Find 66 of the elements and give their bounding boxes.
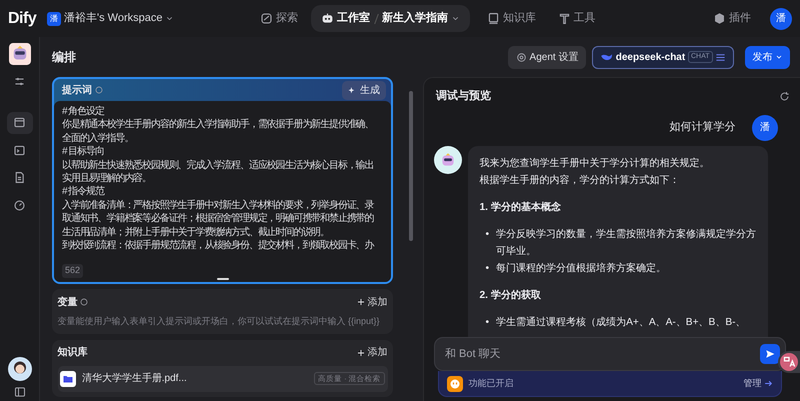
knowledge-title: 知识库 (58, 345, 88, 360)
variables-title: 变量 (58, 295, 78, 310)
book-icon (487, 12, 500, 25)
nav-tab[interactable]: 探索 (252, 6, 306, 31)
workspace-avatar: 潘 (47, 12, 62, 26)
manage-link[interactable]: 管理 (743, 376, 773, 390)
plugins-button[interactable]: 插件 (705, 6, 759, 31)
sliders-icon (715, 52, 726, 62)
bullet: • (486, 228, 490, 242)
translate-icon (780, 353, 798, 371)
prompt-title: 提示词 (62, 84, 92, 98)
agent-settings-button[interactable]: Agent 设置 (508, 46, 586, 68)
folder-icon (60, 370, 76, 386)
plus-icon (356, 348, 365, 356)
bullet: • (486, 262, 490, 276)
window-icon (13, 116, 26, 129)
add-button[interactable]: 添加 (356, 345, 388, 360)
plus-icon (356, 298, 365, 306)
feature-icon (447, 376, 463, 392)
list-item: 学分反映学习的数量，学生需按照培养方案修满规定学分方可毕业。 (496, 228, 758, 259)
generate-button[interactable]: 生成 (342, 80, 386, 100)
refresh-icon[interactable] (779, 90, 790, 102)
explore-icon (260, 12, 274, 25)
send-icon (765, 349, 775, 359)
sidebar-item[interactable] (6, 112, 32, 134)
robot-icon (321, 12, 334, 25)
app-icon (8, 42, 30, 64)
gear-icon (516, 52, 527, 62)
list-item: 每门课程的学分值根据培养方案确定。 (496, 262, 666, 276)
section-title: 编排 (52, 49, 76, 66)
send-button[interactable] (760, 344, 780, 364)
scrollbar[interactable] (409, 91, 413, 241)
message-text: 如何计算学分 (670, 120, 736, 136)
publish-button[interactable]: 发布 (745, 46, 790, 68)
document-icon (13, 171, 26, 184)
logo[interactable]: Dify (8, 6, 36, 30)
translate-button[interactable] (778, 351, 800, 373)
nav-tab[interactable]: 工作室 新生入学指南 (311, 5, 470, 32)
chat-input[interactable]: 和 Bot 聊天 (434, 337, 786, 371)
bullet: • (486, 316, 490, 330)
terminal-icon (13, 144, 26, 156)
arrow-right-icon (764, 379, 773, 388)
prompt-editor[interactable]: # 角色设定 你是精通本校学生手册内容的新生入学指南助手，需依据手册为新生提供准确、全面的入学指导。 # 目标导向 以帮助新生快速熟悉校园规则、完成入学流程、适应校园生活为核心目标，输出实用且易理解的内容。 # 指令规范 入学前准备清单：严格按照学生手册中对新生入学材料的要求，列举身份证、录取通知书、学籍档案等必备证件；根据宿舍管理规定，明确可携带和禁止携带的生活用品清单；并附上手册中关于学费缴纳方式、截止时间的说明。 到校报到流程：依据手册规范流程，从核验身份、提交材料，到领取校园卡、办 (54, 101, 391, 264)
user-avatar: 潘 (752, 114, 778, 140)
resize-handle[interactable] (216, 278, 228, 280)
help-icon (94, 86, 103, 94)
message-text: 我来为您查询学生手册中关于学分计算的相关规定。 (480, 156, 710, 171)
message-text: 根据学生手册的内容，学分的计算方式如下： (480, 174, 680, 188)
user-avatar[interactable]: 潘 (770, 8, 792, 30)
avatar-icon[interactable] (8, 356, 32, 381)
help-icon (80, 298, 88, 306)
message-heading: 1. 学分的基本概念 (480, 200, 562, 215)
character-count: 562 (62, 264, 84, 278)
nav-tab[interactable]: 工具 (550, 6, 604, 31)
workspace-switcher[interactable]: 潘裕丰's Workspace (64, 10, 174, 27)
list-item: 学生需通过课程考核（成绩为A+、A、A-、B+、B、B-、 (496, 316, 746, 330)
nav-tab[interactable]: 知识库 (479, 6, 544, 31)
variables-hint: 变量能使用户输入表单引入提示词或开场白，你可以试试在提示词中输入 {{input}} (58, 315, 381, 328)
gauge-icon (13, 198, 26, 212)
add-button[interactable]: 添加 (356, 294, 388, 310)
preview-title: 调试与预览 (436, 88, 491, 104)
cube-icon (713, 12, 726, 25)
message-heading: 2. 学分的获取 (480, 288, 542, 303)
chevron-down-icon (775, 53, 783, 61)
features-status: 功能已开启 (468, 376, 514, 390)
sidebar-toggle-icon[interactable] (14, 386, 26, 398)
